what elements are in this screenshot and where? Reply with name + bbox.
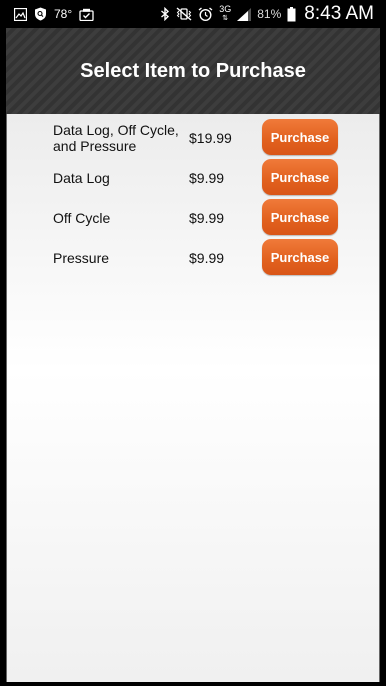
network-type-text: 3G (219, 4, 232, 14)
item-price: $9.99 (189, 170, 225, 186)
item-name: Off Cycle (53, 210, 111, 226)
status-bar: 78° 3G ⇅ 81% 8:43 AM (0, 0, 386, 28)
app-header: Select Item to Purchase (6, 28, 380, 114)
shield-search-icon (34, 7, 47, 21)
item-name: Data Log, Off Cycle, and Pressure (53, 122, 179, 154)
battery-percent-text: 81% (257, 7, 282, 21)
purchase-button[interactable]: Purchase (262, 199, 338, 235)
network-type-indicator: 3G ⇅ (219, 5, 231, 23)
list-item: Data Log, Off Cycle, and Pressure $19.99… (7, 119, 381, 162)
status-bar-right: 3G ⇅ 81% 8:43 AM (160, 3, 386, 25)
signal-strength-icon (237, 7, 252, 21)
phone-screen: 78° 3G ⇅ 81% 8:43 AM Select Item to Purc… (0, 0, 386, 686)
item-price: $9.99 (189, 250, 225, 266)
purchase-button[interactable]: Purchase (262, 159, 338, 195)
alarm-clock-icon (198, 6, 213, 22)
status-bar-left: 78° (0, 7, 94, 21)
list-item: Pressure $9.99 Purchase (7, 239, 381, 290)
purchase-list: Data Log, Off Cycle, and Pressure $19.99… (6, 114, 380, 682)
clipboard-check-icon (79, 8, 94, 21)
bluetooth-icon (160, 7, 170, 21)
item-price: $9.99 (189, 210, 225, 226)
mute-vibrate-icon (176, 7, 192, 21)
purchase-button[interactable]: Purchase (262, 119, 338, 155)
item-name: Pressure (53, 250, 110, 266)
clock-time: 8:43 AM (304, 3, 374, 24)
item-name: Data Log (53, 170, 110, 186)
gallery-icon (14, 7, 27, 21)
page-title: Select Item to Purchase (80, 59, 306, 82)
item-price: $19.99 (189, 130, 232, 146)
temperature-text: 78° (54, 7, 73, 21)
data-arrows-icon: ⇅ (222, 15, 229, 22)
purchase-button[interactable]: Purchase (262, 239, 338, 275)
battery-icon (287, 6, 296, 22)
